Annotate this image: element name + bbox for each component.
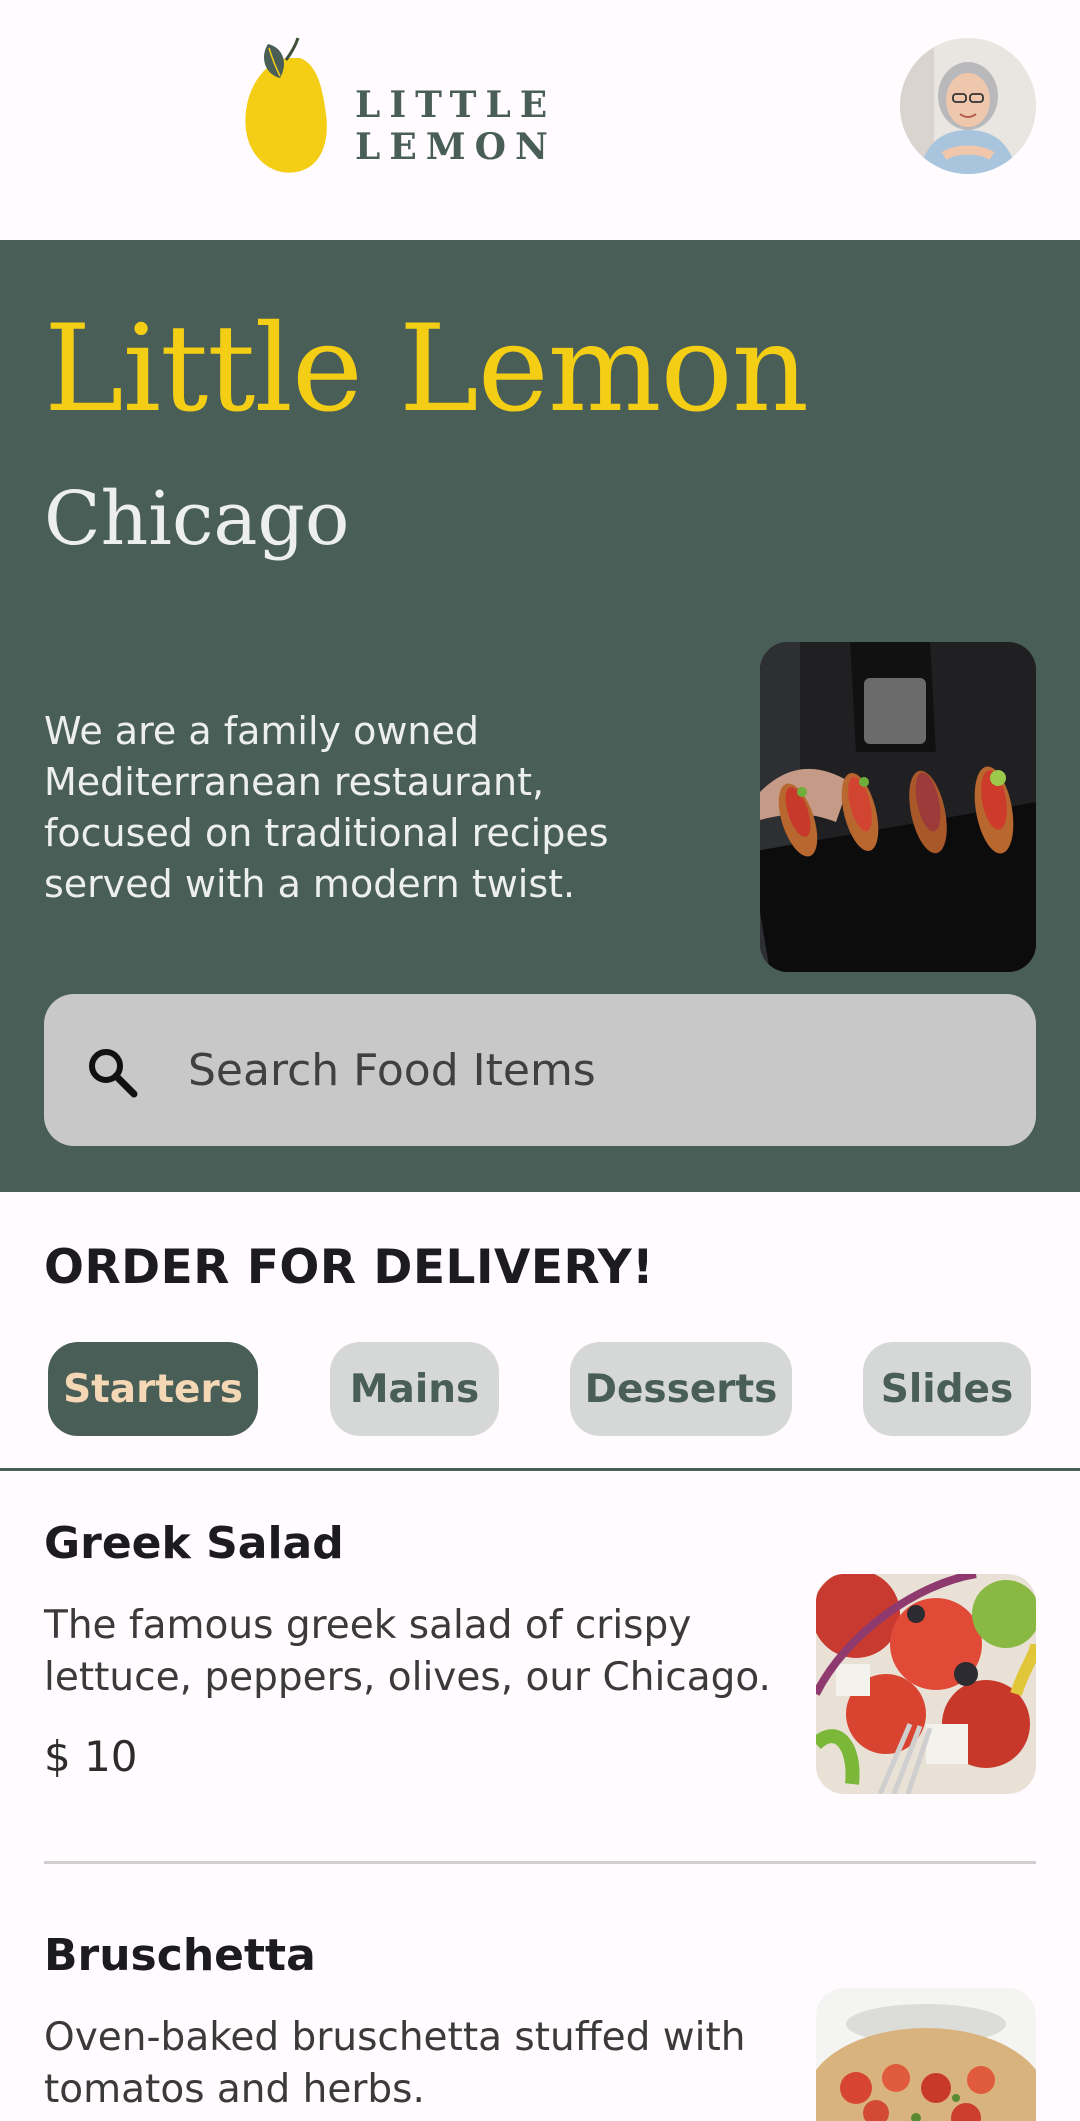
menu-item-title: Greek Salad	[44, 1518, 344, 1569]
hero-section: Little Lemon Chicago We are a family own…	[0, 240, 1080, 1192]
search-icon	[89, 1049, 138, 1098]
menu-item-description: Oven-baked bruschetta stuffed with tomat…	[44, 2015, 746, 2112]
greek-salad-photo	[816, 1574, 1036, 1794]
bruschetta-photo	[816, 1988, 1036, 2121]
bruschetta-platter-photo	[760, 642, 1036, 972]
profile-avatar[interactable]	[900, 38, 1036, 174]
category-chip-starters[interactable]: Starters	[48, 1342, 258, 1436]
menu-item[interactable]: Bruschetta Oven-baked bruschetta stuffed…	[0, 1882, 1080, 2121]
profile-photo	[900, 38, 1036, 174]
search-bar[interactable]: Search Food Items	[44, 994, 1036, 1146]
menu-item-price: $ 10	[44, 1732, 138, 1781]
category-chip-desserts[interactable]: Desserts	[570, 1342, 792, 1436]
menu-item-image	[816, 1988, 1036, 2121]
menu-item-divider	[44, 1861, 1036, 1864]
menu-item-image	[816, 1574, 1036, 1794]
app-header: LITTLE LEMON	[0, 0, 1080, 240]
app-logo: LITTLE LEMON	[240, 34, 760, 176]
menu-item[interactable]: Greek Salad The famous greek salad of cr…	[0, 1470, 1080, 1870]
order-section-title: ORDER FOR DELIVERY!	[44, 1240, 655, 1295]
menu-item-title: Bruschetta	[44, 1930, 316, 1981]
category-chip-slides[interactable]: Slides	[863, 1342, 1031, 1436]
logo-text: LITTLE LEMON	[355, 84, 557, 168]
menu-item-description: The famous greek salad of crispy lettuce…	[44, 1603, 771, 1700]
hero-city: Chicago	[44, 476, 350, 562]
hero-title: Little Lemon	[44, 300, 809, 439]
hero-image	[760, 642, 1036, 972]
category-chip-mains[interactable]: Mains	[330, 1342, 499, 1436]
lemon-icon	[245, 37, 327, 173]
home-screen: LITTLE LEMON Little Lemon Chicago We are…	[0, 0, 1080, 2121]
hero-description: We are a family owned Mediterranean rest…	[44, 709, 609, 906]
search-input[interactable]: Search Food Items	[188, 1045, 596, 1096]
